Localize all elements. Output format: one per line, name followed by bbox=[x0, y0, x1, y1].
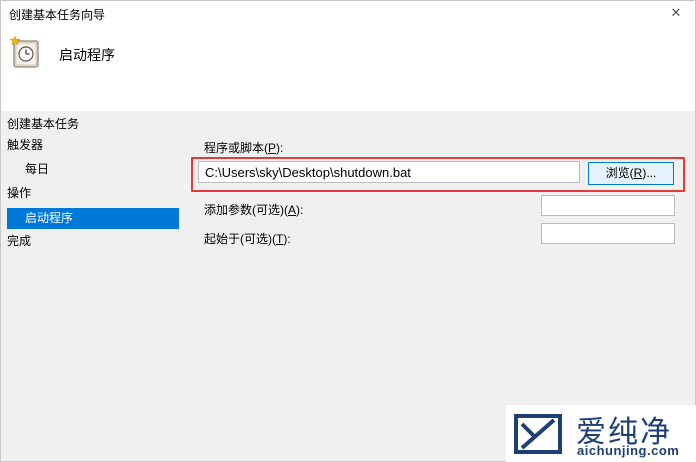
highlight-box bbox=[191, 157, 685, 192]
task-wizard-window: 创建基本任务向导 ✕ 启动程序 创建基本任务 触发器 每日 操作 启动程序 完成 bbox=[0, 0, 696, 462]
wizard-step-list: 创建基本任务 触发器 每日 操作 启动程序 完成 bbox=[1, 113, 191, 263]
header-title: 启动程序 bbox=[59, 47, 115, 63]
step-action[interactable]: 操作 bbox=[7, 183, 179, 204]
step-label: 操作 bbox=[7, 186, 32, 200]
step-daily[interactable]: 每日 bbox=[7, 159, 179, 180]
watermark: 爱纯净 aichunjing.com bbox=[506, 405, 696, 462]
program-label: 程序或脚本(P): bbox=[204, 141, 284, 155]
step-trigger[interactable]: 触发器 bbox=[7, 135, 179, 156]
step-label: 触发器 bbox=[7, 138, 44, 152]
watermark-url: aichunjing.com bbox=[577, 443, 680, 458]
step-start-program[interactable]: 启动程序 bbox=[7, 208, 179, 229]
step-label: 每日 bbox=[25, 162, 50, 176]
step-label: 启动程序 bbox=[25, 211, 74, 225]
title-bar: 创建基本任务向导 ✕ bbox=[1, 1, 695, 27]
start-in-input[interactable] bbox=[541, 223, 675, 244]
wizard-header: 启动程序 bbox=[1, 27, 695, 111]
arguments-input[interactable] bbox=[541, 195, 675, 216]
start-in-label: 起始于(可选)(T): bbox=[204, 232, 291, 246]
arguments-label: 添加参数(可选)(A): bbox=[204, 203, 304, 217]
window-title: 创建基本任务向导 bbox=[9, 8, 106, 22]
watermark-logo-icon bbox=[514, 414, 562, 454]
step-finish[interactable]: 完成 bbox=[7, 231, 179, 252]
task-clock-icon bbox=[10, 35, 39, 68]
close-button[interactable]: ✕ bbox=[667, 4, 685, 22]
sidebar-heading: 创建基本任务 bbox=[7, 117, 80, 131]
step-label: 完成 bbox=[7, 234, 32, 248]
